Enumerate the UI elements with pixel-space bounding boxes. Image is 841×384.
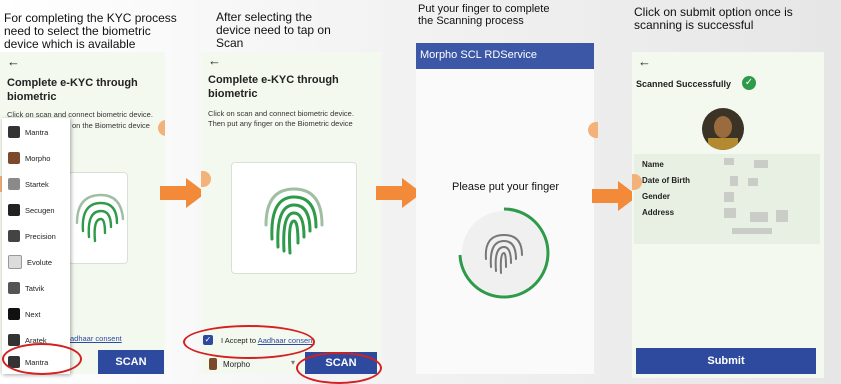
device-icon	[8, 204, 20, 216]
side-handle	[158, 120, 165, 136]
arrow-left-icon[interactable]: ←	[7, 54, 20, 69]
avatar-face	[714, 116, 732, 138]
menu-item-label: Precision	[25, 231, 56, 241]
redacted-value	[748, 178, 758, 186]
menu-item-morpho[interactable]: Morpho	[2, 145, 70, 171]
device-icon	[8, 308, 20, 320]
arrow-left-icon[interactable]: ←	[208, 53, 221, 68]
redacted-value	[732, 228, 772, 234]
menu-item-evolute[interactable]: Evolute	[2, 249, 70, 275]
redacted-value	[724, 208, 736, 218]
scan-progress-ring	[458, 207, 550, 299]
side-handle	[201, 171, 211, 187]
device-icon	[8, 255, 22, 269]
caption-step-3: Put your finger to complete the Scanning…	[418, 3, 550, 27]
redacted-value	[776, 210, 788, 222]
device-dropdown-menu: Mantra Morpho Startek Secugen Precision …	[2, 118, 70, 374]
device-icon	[8, 152, 20, 164]
device-icon	[8, 126, 20, 138]
name-label: Name	[642, 160, 664, 169]
fingerprint-panel	[231, 162, 357, 274]
instruction-text-2: Then put any finger on the Biometric dev…	[208, 119, 353, 128]
menu-item-next[interactable]: Next	[2, 301, 70, 327]
app-title: Morpho SCL RDService	[420, 49, 537, 61]
menu-item-precision[interactable]: Precision	[2, 223, 70, 249]
device-icon	[8, 178, 20, 190]
highlight-oval	[296, 352, 382, 384]
scan-prompt: Please put your finger	[452, 181, 560, 193]
gender-label: Gender	[642, 192, 671, 201]
consent-link[interactable]: adhaar consent	[70, 334, 122, 343]
redacted-value	[754, 160, 768, 168]
check-icon: ✓	[742, 76, 756, 90]
instruction-text: Click on scan and connect biometric devi…	[208, 109, 354, 118]
instruction-text-2: on the Biometric device	[72, 121, 150, 130]
fingerprint-icon	[75, 193, 125, 243]
menu-item-tatvik[interactable]: Tatvik	[2, 275, 70, 301]
page-title: Complete e-KYC through biometric	[208, 74, 339, 100]
menu-item-label: Morpho	[25, 153, 51, 163]
redacted-value	[750, 212, 768, 222]
redacted-value	[724, 192, 734, 202]
arrow-right-icon	[160, 178, 206, 208]
caption-step-4: Click on submit option once is scanning …	[634, 5, 793, 32]
side-handle	[588, 122, 598, 138]
redacted-value	[724, 158, 734, 165]
submit-button[interactable]: Submit	[636, 348, 816, 374]
page-title: Complete e-KYC through biometric	[7, 77, 138, 103]
menu-item-label: Evolute	[27, 257, 53, 267]
caption-step-1: For completing the KYC process need to s…	[4, 11, 177, 51]
phone-screen-result: ← Scanned Successfully ✓ Name Date of Bi…	[632, 52, 824, 378]
address-label: Address	[642, 208, 675, 217]
menu-item-mantra[interactable]: Mantra	[2, 119, 70, 145]
scan-button[interactable]: SCAN	[98, 350, 164, 374]
device-select[interactable]: Morpho	[223, 360, 250, 369]
morpho-device-icon	[209, 358, 217, 370]
caption-step-2: After selecting the device need to tap o…	[216, 10, 331, 50]
avatar	[702, 108, 744, 150]
menu-item-startek[interactable]: Startek	[2, 171, 70, 197]
app-header: Morpho SCL RDService	[416, 43, 594, 69]
menu-item-label: Tatvik	[25, 283, 45, 293]
device-icon	[8, 334, 20, 346]
menu-item-label: Next	[25, 309, 41, 319]
device-icon	[8, 230, 20, 242]
fingerprint-icon	[264, 187, 324, 255]
status-text: Scanned Successfully	[636, 79, 732, 89]
menu-item-label: Startek	[25, 179, 49, 189]
menu-item-label: Secugen	[25, 205, 55, 215]
redacted-value	[730, 176, 738, 186]
device-icon	[8, 282, 20, 294]
fingerprint-panel	[68, 172, 128, 264]
highlight-oval	[183, 325, 315, 359]
avatar-body	[708, 138, 738, 150]
chevron-down-icon[interactable]: ▾	[291, 358, 295, 367]
phone-screen-rdservice: Morpho SCL RDService Please put your fin…	[416, 43, 594, 374]
highlight-oval	[2, 343, 82, 375]
menu-item-label: Mantra	[25, 127, 49, 137]
arrow-left-icon[interactable]: ←	[638, 54, 651, 69]
menu-item-secugen[interactable]: Secugen	[2, 197, 70, 223]
dob-label: Date of Birth	[642, 176, 690, 185]
